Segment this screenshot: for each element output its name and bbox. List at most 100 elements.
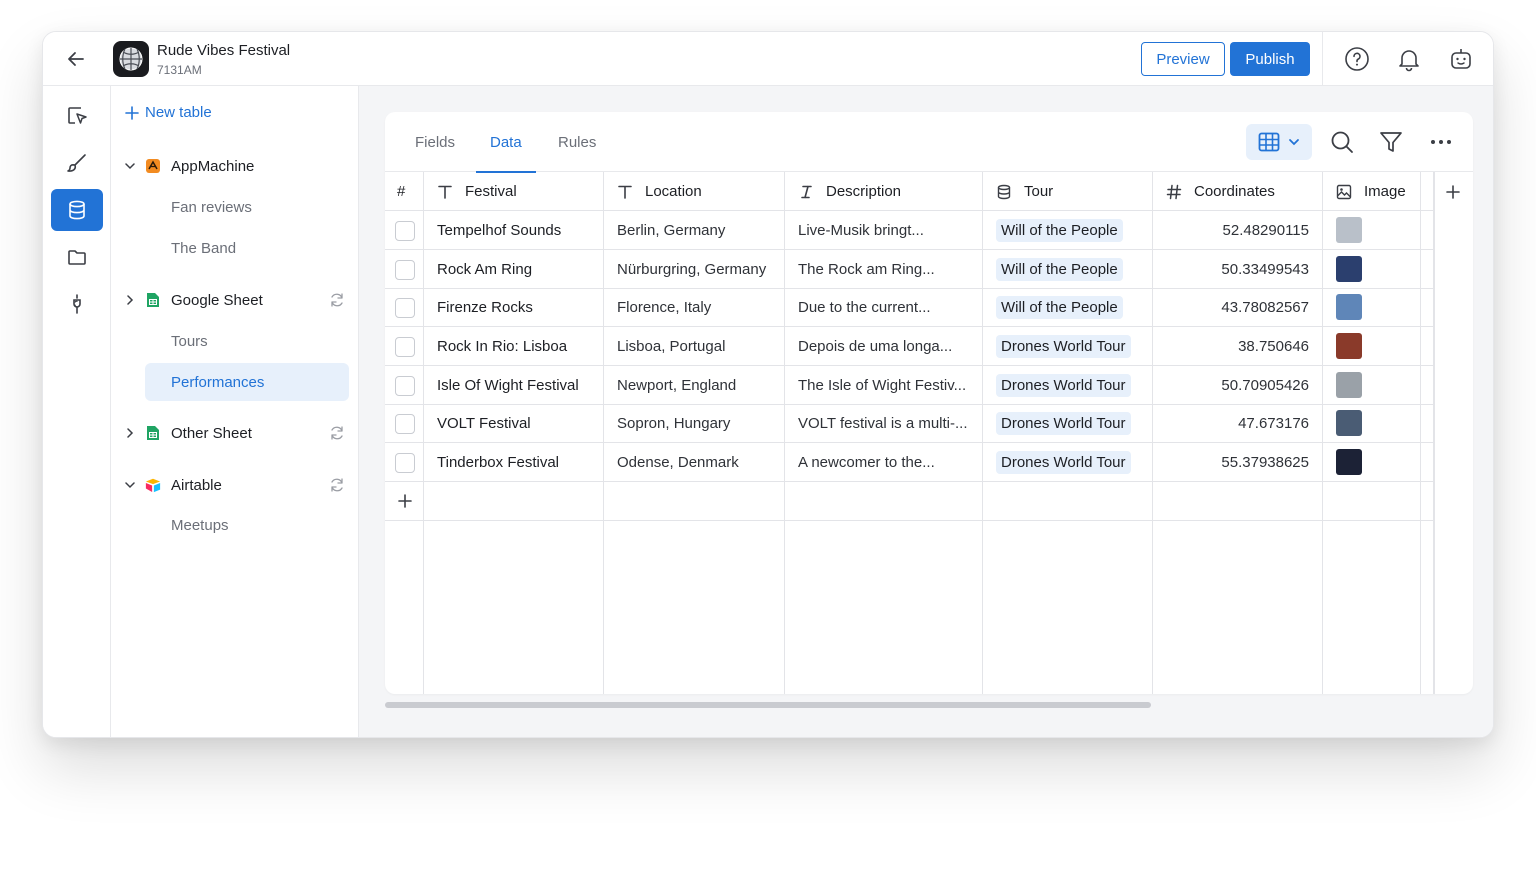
cell-image[interactable]: [1336, 366, 1416, 404]
sidebar-item-tours[interactable]: Tours: [145, 322, 349, 360]
cell-tour[interactable]: Will of the People: [996, 211, 1148, 249]
chevron-right-icon: [123, 426, 137, 440]
rail-integrations[interactable]: [51, 283, 103, 325]
plus-icon: [1446, 185, 1460, 199]
row-checkbox[interactable]: [395, 260, 415, 280]
cell-location[interactable]: Newport, England: [617, 366, 779, 404]
help-button[interactable]: [1343, 45, 1371, 73]
cell-tour[interactable]: Drones World Tour: [996, 443, 1148, 481]
column-header-location[interactable]: Location: [617, 172, 783, 211]
add-column-button[interactable]: [1443, 182, 1463, 202]
source-group-google-sheet[interactable]: Google Sheet: [123, 288, 349, 312]
cell-location[interactable]: Florence, Italy: [617, 288, 779, 326]
cell-festival[interactable]: Rock In Rio: Lisboa: [437, 327, 599, 365]
more-options-button[interactable]: [1427, 128, 1455, 156]
column-header-description[interactable]: Description: [798, 172, 982, 211]
source-group-label: Airtable: [171, 476, 222, 494]
cell-coordinates[interactable]: 47.673176: [1166, 404, 1309, 442]
more-horizontal-icon: [1431, 140, 1451, 144]
column-header-coordinates[interactable]: Coordinates: [1166, 172, 1322, 211]
sidebar-item-fan-reviews[interactable]: Fan reviews: [145, 188, 349, 226]
cell-image[interactable]: [1336, 404, 1416, 442]
cell-location[interactable]: Odense, Denmark: [617, 443, 779, 481]
cell-coordinates[interactable]: 38.750646: [1166, 327, 1309, 365]
cell-coordinates[interactable]: 50.70905426: [1166, 366, 1309, 404]
cell-description[interactable]: Live-Musik bringt...: [798, 211, 978, 249]
sync-icon[interactable]: [329, 425, 345, 441]
new-table-button[interactable]: New table: [125, 104, 212, 121]
cell-festival[interactable]: Tempelhof Sounds: [437, 211, 599, 249]
cell-coordinates[interactable]: 50.33499543: [1166, 250, 1309, 288]
column-header-image[interactable]: Image: [1336, 172, 1420, 211]
column-header-festival[interactable]: Festival: [437, 172, 603, 211]
cell-festival[interactable]: Tinderbox Festival: [437, 443, 599, 481]
notifications-button[interactable]: [1395, 45, 1423, 73]
view-switcher[interactable]: [1246, 124, 1312, 160]
cell-image[interactable]: [1336, 211, 1416, 249]
cell-tour[interactable]: Drones World Tour: [996, 327, 1148, 365]
cell-description[interactable]: A newcomer to the...: [798, 443, 978, 481]
rail-design[interactable]: [51, 142, 103, 184]
number-type-icon: [1166, 184, 1182, 200]
cell-description[interactable]: VOLT festival is a multi-...: [798, 404, 978, 442]
cell-image[interactable]: [1336, 288, 1416, 326]
cell-tour[interactable]: Drones World Tour: [996, 404, 1148, 442]
horizontal-scrollbar[interactable]: [385, 702, 1151, 708]
cell-location[interactable]: Berlin, Germany: [617, 211, 779, 249]
sidebar-item-meetups[interactable]: Meetups: [145, 506, 349, 544]
tab-data[interactable]: Data: [476, 112, 536, 173]
column-header-tour[interactable]: Tour: [996, 172, 1152, 211]
row-checkbox[interactable]: [395, 221, 415, 241]
row-divider: [385, 520, 1433, 521]
sidebar-item-performances[interactable]: Performances: [145, 363, 349, 401]
filter-icon: [1380, 132, 1402, 152]
cell-description[interactable]: The Isle of Wight Festiv...: [798, 366, 978, 404]
rail-layout[interactable]: [51, 95, 103, 137]
cell-location[interactable]: Lisboa, Portugal: [617, 327, 779, 365]
sync-icon[interactable]: [329, 477, 345, 493]
cell-festival[interactable]: Rock Am Ring: [437, 250, 599, 288]
row-checkbox[interactable]: [395, 414, 415, 434]
cell-festival[interactable]: Firenze Rocks: [437, 288, 599, 326]
add-row-button[interactable]: [395, 491, 415, 511]
preview-button[interactable]: Preview: [1141, 42, 1225, 76]
cell-coordinates[interactable]: 43.78082567: [1166, 288, 1309, 326]
chevron-down-icon: [123, 159, 137, 173]
cell-description[interactable]: Due to the current...: [798, 288, 978, 326]
cell-location[interactable]: Sopron, Hungary: [617, 404, 779, 442]
tab-fields[interactable]: Fields: [415, 112, 455, 172]
cell-description[interactable]: The Rock am Ring...: [798, 250, 978, 288]
source-group-airtable[interactable]: Airtable: [123, 473, 349, 497]
cell-tour[interactable]: Will of the People: [996, 250, 1148, 288]
rail-data[interactable]: [51, 189, 103, 231]
cell-image[interactable]: [1336, 443, 1416, 481]
cell-coordinates[interactable]: 52.48290115: [1166, 211, 1309, 249]
sidebar-item-the-band[interactable]: The Band: [145, 229, 349, 267]
row-checkbox[interactable]: [395, 298, 415, 318]
row-checkbox[interactable]: [395, 337, 415, 357]
cell-coordinates[interactable]: 55.37938625: [1166, 443, 1309, 481]
database-icon: [69, 200, 85, 220]
data-grid: # Festival Location Description Tour Coo…: [385, 172, 1433, 694]
cell-festival[interactable]: VOLT Festival: [437, 404, 599, 442]
search-button[interactable]: [1328, 128, 1356, 156]
cell-image[interactable]: [1336, 250, 1416, 288]
cell-tour[interactable]: Will of the People: [996, 288, 1148, 326]
publish-button[interactable]: Publish: [1230, 42, 1310, 76]
source-group-other-sheet[interactable]: Other Sheet: [123, 421, 349, 445]
row-checkbox[interactable]: [395, 453, 415, 473]
row-checkbox[interactable]: [395, 376, 415, 396]
cell-tour[interactable]: Drones World Tour: [996, 366, 1148, 404]
source-group-appmachine[interactable]: AppMachine: [123, 154, 349, 178]
cell-location[interactable]: Nürburgring, Germany: [617, 250, 779, 288]
tab-rules[interactable]: Rules: [558, 112, 596, 172]
back-button[interactable]: [63, 46, 89, 72]
cell-image[interactable]: [1336, 327, 1416, 365]
rail-files[interactable]: [51, 236, 103, 278]
cell-festival[interactable]: Isle Of Wight Festival: [437, 366, 599, 404]
assistant-button[interactable]: [1447, 45, 1475, 73]
cell-description[interactable]: Depois de uma longa...: [798, 327, 978, 365]
filter-button[interactable]: [1377, 128, 1405, 156]
app-id: 7131AM: [157, 63, 202, 77]
sync-icon[interactable]: [329, 292, 345, 308]
